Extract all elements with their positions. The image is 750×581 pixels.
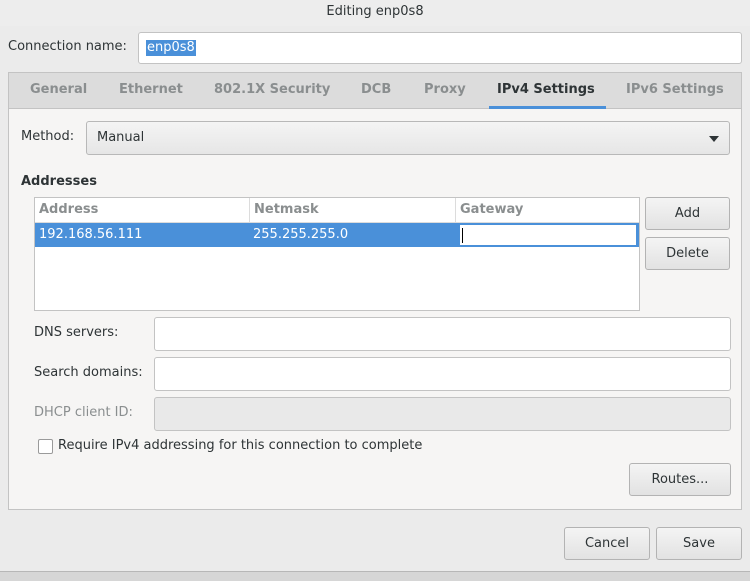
connection-name-value: enp0s8 xyxy=(146,40,196,56)
search-domains-input[interactable] xyxy=(154,357,731,391)
add-address-button[interactable]: Add xyxy=(645,197,730,230)
dhcp-client-id-label: DHCP client ID: xyxy=(34,405,133,420)
column-header-gateway[interactable]: Gateway xyxy=(455,198,639,223)
chevron-down-icon xyxy=(709,136,719,142)
table-header: Address Netmask Gateway xyxy=(35,198,639,223)
column-header-netmask[interactable]: Netmask xyxy=(249,198,455,223)
address-cell[interactable]: 192.168.56.111 xyxy=(35,223,142,247)
tab-general[interactable]: General xyxy=(30,73,87,109)
taskbar-strip xyxy=(0,571,750,581)
tab-dcb[interactable]: DCB xyxy=(361,73,391,109)
require-ipv4-label[interactable]: Require IPv4 addressing for this connect… xyxy=(58,438,422,453)
tab-8021x-security[interactable]: 802.1X Security xyxy=(214,73,330,109)
tab-ipv4-settings[interactable]: IPv4 Settings xyxy=(489,73,606,109)
netmask-cell[interactable]: 255.255.255.0 xyxy=(249,223,348,247)
tab-bar: General Ethernet 802.1X Security DCB Pro… xyxy=(9,73,741,109)
dns-servers-label: DNS servers: xyxy=(34,325,119,340)
connection-name-label: Connection name: xyxy=(8,39,127,54)
text-caret xyxy=(462,228,463,243)
dhcp-client-id-input xyxy=(154,397,731,431)
connection-name-row: Connection name: enp0s8 xyxy=(8,32,750,64)
tab-ipv6-settings[interactable]: IPv6 Settings xyxy=(626,73,724,109)
routes-button[interactable]: Routes... xyxy=(629,463,731,496)
tab-proxy[interactable]: Proxy xyxy=(424,73,466,109)
cancel-button[interactable]: Cancel xyxy=(564,527,650,560)
column-header-address[interactable]: Address xyxy=(35,198,249,223)
addresses-heading: Addresses xyxy=(21,174,97,189)
gateway-cell-editor[interactable] xyxy=(459,224,637,246)
table-row[interactable]: 192.168.56.111 255.255.255.0 xyxy=(35,223,639,247)
save-button[interactable]: Save xyxy=(656,527,742,560)
settings-notebook: General Ethernet 802.1X Security DCB Pro… xyxy=(8,72,742,510)
addresses-table: Address Netmask Gateway 192.168.56.111 2… xyxy=(34,197,640,311)
search-domains-label: Search domains: xyxy=(34,365,143,380)
method-label: Method: xyxy=(21,129,75,144)
method-dropdown[interactable]: Manual xyxy=(86,121,730,155)
require-ipv4-checkbox[interactable] xyxy=(38,439,53,454)
method-value: Manual xyxy=(97,130,145,145)
dialog-title: Editing enp0s8 xyxy=(0,0,750,26)
delete-address-button[interactable]: Delete xyxy=(645,237,730,270)
tab-ethernet[interactable]: Ethernet xyxy=(119,73,183,109)
dns-servers-input[interactable] xyxy=(154,317,731,351)
connection-name-input[interactable]: enp0s8 xyxy=(138,32,742,64)
